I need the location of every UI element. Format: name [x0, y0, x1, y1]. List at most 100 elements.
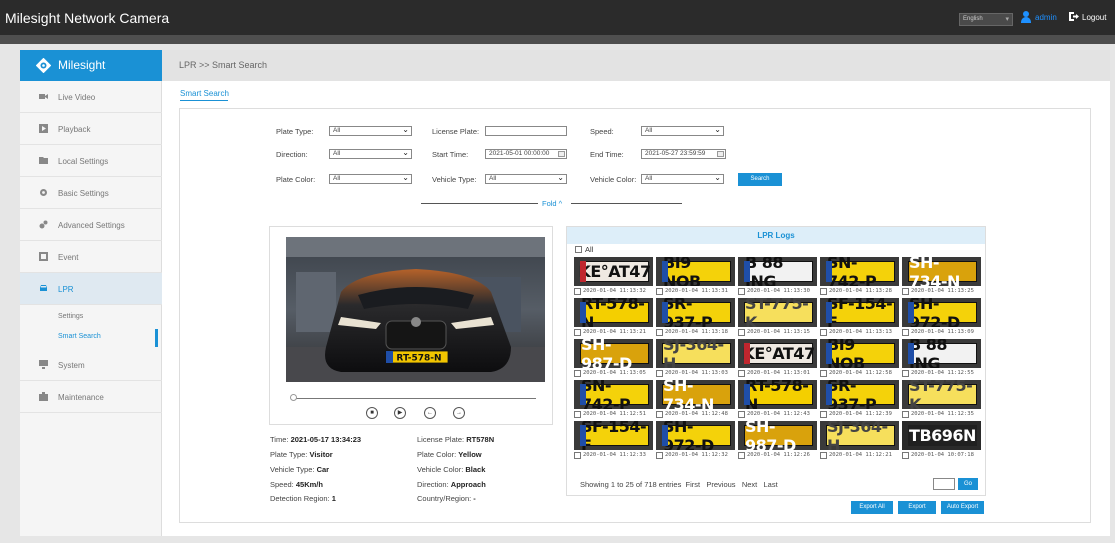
log-checkbox[interactable]	[820, 370, 827, 377]
export-button[interactable]: Export	[898, 501, 936, 514]
log-thumbnail[interactable]: SJ-364-H	[656, 339, 735, 368]
video-frame[interactable]: RT-578-N	[286, 237, 545, 382]
scrubber-handle[interactable]	[290, 394, 297, 401]
log-checkbox[interactable]	[574, 411, 581, 418]
sidebar-item-maintenance[interactable]: Maintenance	[20, 381, 162, 413]
log-thumbnail[interactable]: BI9 NOB	[656, 257, 735, 286]
log-thumbnail[interactable]: SH-734-N	[656, 380, 735, 409]
log-thumbnail[interactable]: ST-775-K	[902, 380, 981, 409]
log-thumbnail[interactable]: SH-734-N	[902, 257, 981, 286]
log-thumbnail[interactable]: BI9 NOB	[820, 339, 899, 368]
page-first[interactable]: First	[686, 480, 701, 489]
log-checkbox[interactable]	[574, 329, 581, 336]
log-thumbnail[interactable]: RT-578-N	[574, 298, 653, 327]
log-checkbox[interactable]	[574, 452, 581, 459]
log-thumbnail[interactable]: SH-987-D	[738, 421, 817, 450]
log-thumbnail[interactable]: ST-775-K	[738, 298, 817, 327]
log-thumbnail[interactable]: SF-154-F	[820, 298, 899, 327]
log-checkbox[interactable]	[656, 329, 663, 336]
sidebar-item-advanced-settings[interactable]: Advanced Settings	[20, 209, 162, 241]
license-plate-input[interactable]	[485, 126, 567, 136]
log-thumbnail[interactable]: SH-972-D	[656, 421, 735, 450]
log-thumbnail[interactable]: RT-578-N	[738, 380, 817, 409]
vehicle-type-select[interactable]: All ⌄	[485, 174, 567, 184]
log-thumbnail[interactable]: SH-987-D	[574, 339, 653, 368]
log-thumbnail[interactable]: KE°AT47	[574, 257, 653, 286]
speed-select[interactable]: All ⌄	[641, 126, 724, 136]
auto-export-button[interactable]: Auto Export	[941, 501, 984, 514]
stop-icon[interactable]: ■	[366, 407, 378, 419]
sidebar-subitem-smart-search[interactable]: Smart Search	[58, 333, 101, 340]
log-thumbnail[interactable]: SJ-364-H	[820, 421, 899, 450]
sidebar-item-playback[interactable]: Playback	[20, 113, 162, 145]
log-thumbnail[interactable]: SR-937-P	[820, 380, 899, 409]
log-checkbox[interactable]	[820, 329, 827, 336]
calendar-icon[interactable]	[717, 151, 724, 157]
go-button[interactable]: Go	[958, 478, 978, 490]
calendar-icon[interactable]	[558, 151, 565, 157]
log-checkbox[interactable]	[656, 370, 663, 377]
fold-toggle[interactable]: Fold ^	[542, 199, 562, 208]
log-checkbox[interactable]	[902, 329, 909, 336]
sidebar-item-basic-settings[interactable]: Basic Settings	[20, 177, 162, 209]
log-checkbox[interactable]	[574, 288, 581, 295]
sidebar-item-lpr[interactable]: LPR	[20, 273, 162, 305]
timeline-scrubber[interactable]	[296, 398, 536, 399]
language-select[interactable]: English ▾	[959, 13, 1013, 26]
select-all-checkbox[interactable]	[575, 246, 582, 253]
log-checkbox[interactable]	[820, 452, 827, 459]
page-next[interactable]: Next	[742, 480, 757, 489]
logout-icon[interactable]	[1068, 11, 1079, 22]
end-time-input[interactable]: 2021-05-27 23:59:59	[641, 149, 726, 159]
log-checkbox[interactable]	[738, 370, 745, 377]
log-checkbox[interactable]	[738, 452, 745, 459]
log-checkbox[interactable]	[738, 411, 745, 418]
log-checkbox[interactable]	[738, 329, 745, 336]
log-thumbnail[interactable]: TB696N	[902, 421, 981, 450]
brand-header[interactable]: Milesight	[20, 50, 162, 81]
page-last[interactable]: Last	[764, 480, 778, 489]
direction-select[interactable]: All ⌄	[329, 149, 412, 159]
log-checkbox[interactable]	[656, 288, 663, 295]
vehicle-color-select[interactable]: All ⌄	[641, 174, 724, 184]
log-checkbox[interactable]	[656, 452, 663, 459]
search-button[interactable]: Search	[738, 173, 782, 186]
log-checkbox[interactable]	[574, 370, 581, 377]
sidebar-item-event[interactable]: Event	[20, 241, 162, 273]
page-number-input[interactable]	[933, 478, 955, 490]
logout-link[interactable]: Logout	[1082, 13, 1106, 22]
log-thumbnail[interactable]: SN-742-P	[820, 257, 899, 286]
log-thumbnail[interactable]: KE°AT47	[738, 339, 817, 368]
log-plate-text: SR-937-P	[662, 298, 731, 327]
sidebar-item-live-video[interactable]: Live Video	[20, 81, 162, 113]
sidebar-item-system[interactable]: System	[20, 349, 162, 381]
plate-color-select[interactable]: All ⌄	[329, 174, 412, 184]
log-thumbnail[interactable]: B 88 JNG	[738, 257, 817, 286]
previous-icon[interactable]: ←	[424, 407, 436, 419]
log-thumbnail[interactable]: SR-937-P	[656, 298, 735, 327]
next-icon[interactable]: →	[453, 407, 465, 419]
log-checkbox[interactable]	[902, 452, 909, 459]
log-thumbnail[interactable]: SF-154-F	[574, 421, 653, 450]
tab-smart-search[interactable]: Smart Search	[180, 89, 229, 98]
log-checkbox[interactable]	[902, 370, 909, 377]
log-thumbnail[interactable]: SN-742-P	[574, 380, 653, 409]
log-thumbnail[interactable]: B 88 JNG	[902, 339, 981, 368]
log-checkbox[interactable]	[738, 288, 745, 295]
sidebar-item-local-settings[interactable]: Local Settings	[20, 145, 162, 177]
log-timestamp: 2020-01-04 11:13:18	[665, 329, 728, 335]
log-checkbox[interactable]	[902, 411, 909, 418]
plate-type-select[interactable]: All ⌄	[329, 126, 412, 136]
log-checkbox[interactable]	[902, 288, 909, 295]
page-previous[interactable]: Previous	[706, 480, 735, 489]
play-icon[interactable]: ▶	[394, 407, 406, 419]
eu-band	[580, 302, 586, 323]
log-thumbnail[interactable]: SH-972-D	[902, 298, 981, 327]
user-link[interactable]: admin	[1035, 13, 1057, 22]
log-checkbox[interactable]	[820, 288, 827, 295]
export-all-button[interactable]: Export All	[851, 501, 893, 514]
log-checkbox[interactable]	[656, 411, 663, 418]
sidebar-subitem-settings[interactable]: Settings	[58, 313, 83, 320]
start-time-input[interactable]: 2021-05-01 00:00:00	[485, 149, 567, 159]
log-checkbox[interactable]	[820, 411, 827, 418]
